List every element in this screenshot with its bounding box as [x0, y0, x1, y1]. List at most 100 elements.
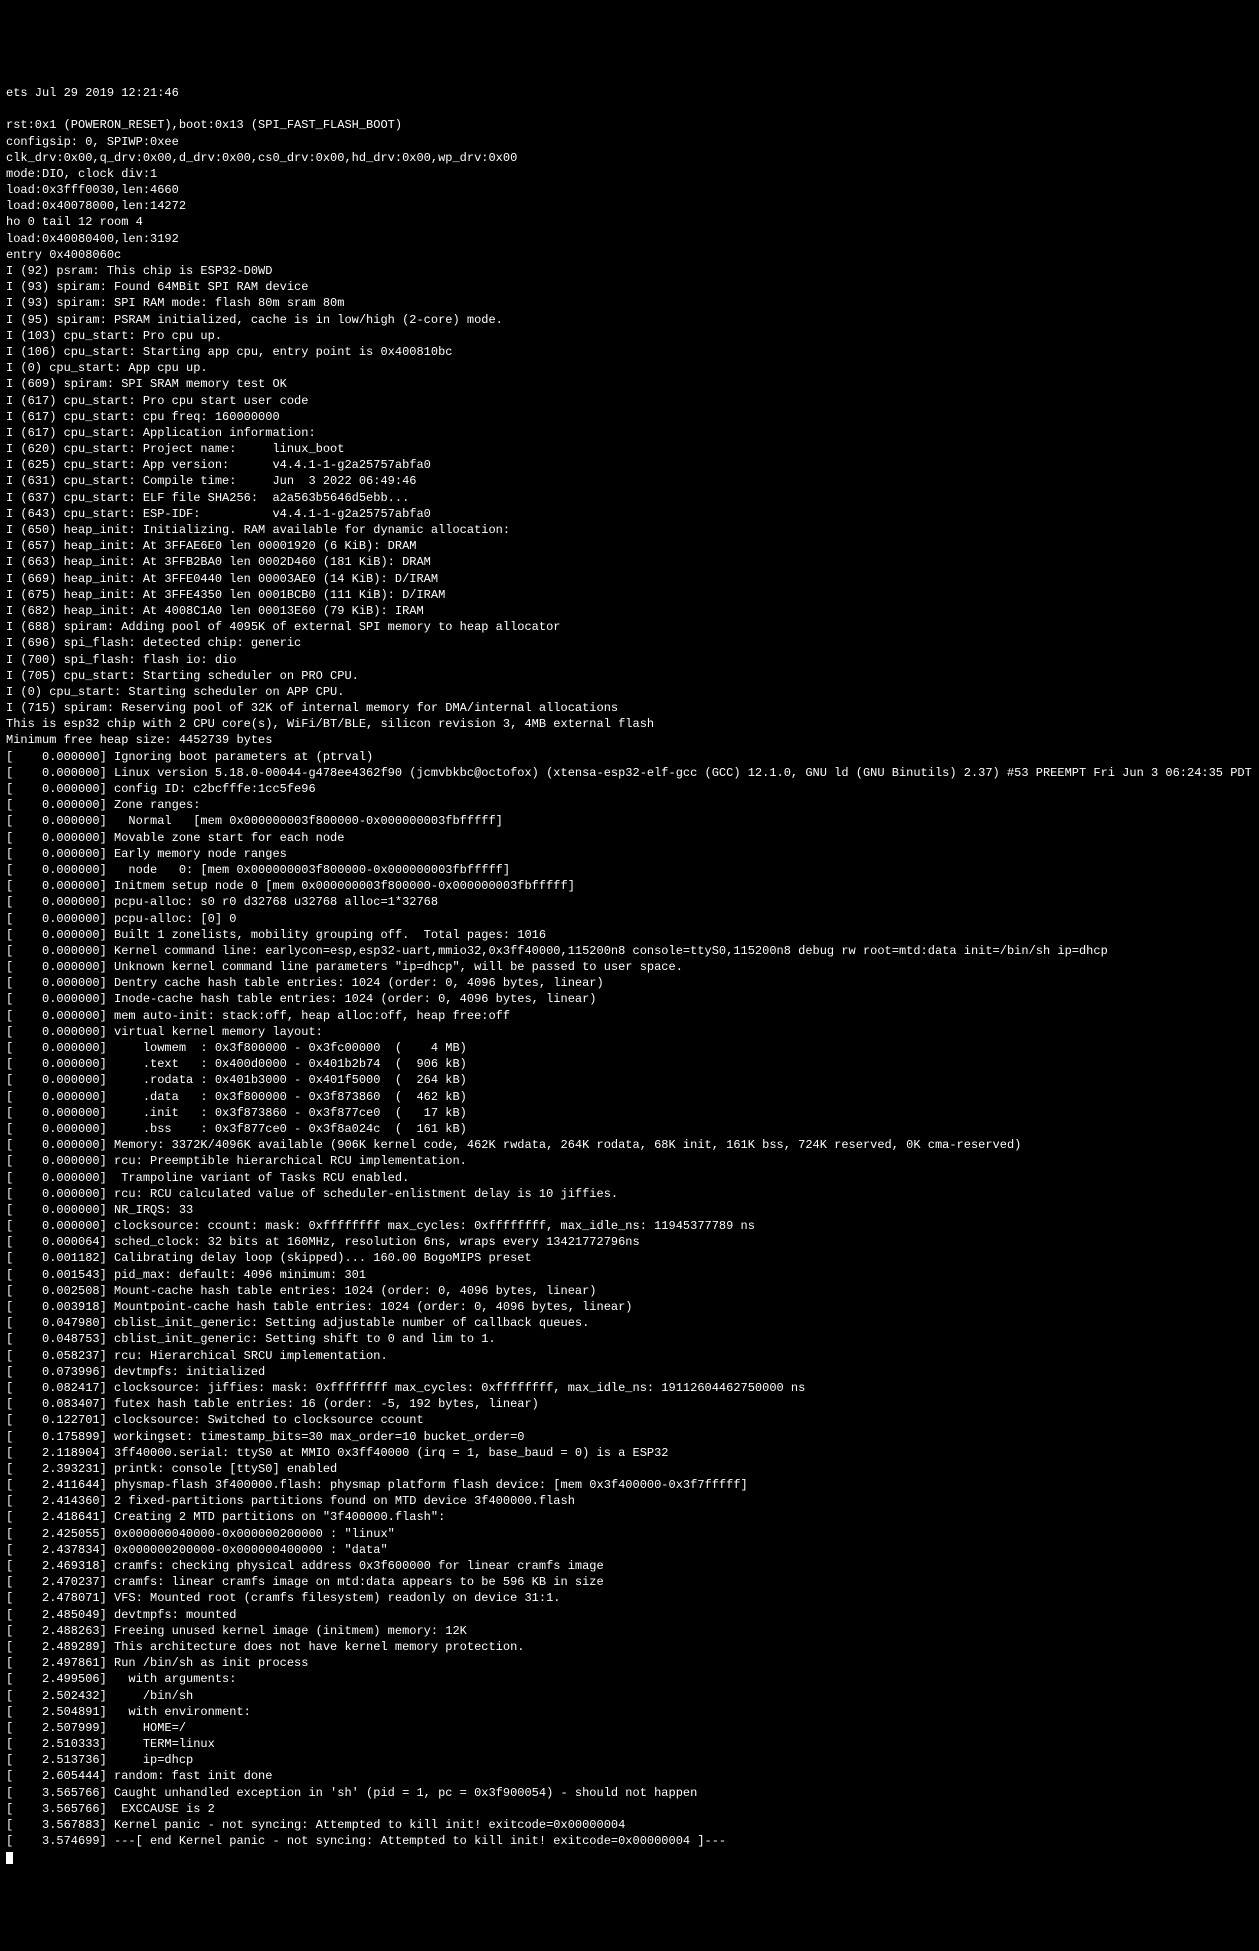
- terminal-line: [ 0.000000] .text : 0x400d0000 - 0x401b2…: [6, 1056, 1253, 1072]
- terminal-line: [ 0.000064] sched_clock: 32 bits at 160M…: [6, 1234, 1253, 1250]
- terminal-line: [ 0.000000] Built 1 zonelists, mobility …: [6, 927, 1253, 943]
- terminal-line: [ 0.000000] config ID: c2bcfffe:1cc5fe96: [6, 781, 1253, 797]
- terminal-line: [ 0.001182] Calibrating delay loop (skip…: [6, 1250, 1253, 1266]
- terminal-line: I (106) cpu_start: Starting app cpu, ent…: [6, 344, 1253, 360]
- terminal-line: I (696) spi_flash: detected chip: generi…: [6, 635, 1253, 651]
- terminal-line: load:0x40080400,len:3192: [6, 231, 1253, 247]
- terminal-line: [ 0.000000] .init : 0x3f873860 - 0x3f877…: [6, 1105, 1253, 1121]
- terminal-line: [ 2.605444] random: fast init done: [6, 1768, 1253, 1784]
- terminal-line: I (617) cpu_start: Application informati…: [6, 425, 1253, 441]
- terminal-line: [ 0.002508] Mount-cache hash table entri…: [6, 1283, 1253, 1299]
- terminal-line: [ 0.000000] .rodata : 0x401b3000 - 0x401…: [6, 1072, 1253, 1088]
- terminal-line: [ 0.000000] Memory: 3372K/4096K availabl…: [6, 1137, 1253, 1153]
- terminal-line: I (705) cpu_start: Starting scheduler on…: [6, 668, 1253, 684]
- terminal-line: configsip: 0, SPIWP:0xee: [6, 134, 1253, 150]
- terminal-line: ets Jul 29 2019 12:21:46: [6, 85, 1253, 101]
- terminal-line: I (92) psram: This chip is ESP32-D0WD: [6, 263, 1253, 279]
- terminal-line: [ 0.000000] NR_IRQS: 33: [6, 1202, 1253, 1218]
- terminal-line: I (93) spiram: Found 64MBit SPI RAM devi…: [6, 279, 1253, 295]
- terminal-line: I (657) heap_init: At 3FFAE6E0 len 00001…: [6, 538, 1253, 554]
- terminal-line: [ 2.485049] devtmpfs: mounted: [6, 1607, 1253, 1623]
- terminal-line: [ 0.047980] cblist_init_generic: Setting…: [6, 1315, 1253, 1331]
- terminal-line: [ 0.000000] Zone ranges:: [6, 797, 1253, 813]
- terminal-line: [ 0.001543] pid_max: default: 4096 minim…: [6, 1267, 1253, 1283]
- terminal-line: rst:0x1 (POWERON_RESET),boot:0x13 (SPI_F…: [6, 117, 1253, 133]
- terminal-line: load:0x3fff0030,len:4660: [6, 182, 1253, 198]
- terminal-line: Minimum free heap size: 4452739 bytes: [6, 732, 1253, 748]
- terminal-line: [ 2.488263] Freeing unused kernel image …: [6, 1623, 1253, 1639]
- terminal-line: I (0) cpu_start: Starting scheduler on A…: [6, 684, 1253, 700]
- terminal-line: [ 2.118904] 3ff40000.serial: ttyS0 at MM…: [6, 1445, 1253, 1461]
- terminal-line: [ 0.048753] cblist_init_generic: Setting…: [6, 1331, 1253, 1347]
- terminal-line: [ 2.507999] HOME=/: [6, 1720, 1253, 1736]
- terminal-line: [ 0.003918] Mountpoint-cache hash table …: [6, 1299, 1253, 1315]
- terminal-line: I (620) cpu_start: Project name: linux_b…: [6, 441, 1253, 457]
- terminal-line: [ 0.000000] pcpu-alloc: s0 r0 d32768 u32…: [6, 894, 1253, 910]
- terminal-line: [ 0.000000] Normal [mem 0x000000003f8000…: [6, 813, 1253, 829]
- terminal-line: [ 0.083407] futex hash table entries: 16…: [6, 1396, 1253, 1412]
- terminal-line: I (675) heap_init: At 3FFE4350 len 0001B…: [6, 587, 1253, 603]
- terminal-line: I (682) heap_init: At 4008C1A0 len 00013…: [6, 603, 1253, 619]
- terminal-line: I (93) spiram: SPI RAM mode: flash 80m s…: [6, 295, 1253, 311]
- terminal-line: [ 2.437834] 0x000000200000-0x00000040000…: [6, 1542, 1253, 1558]
- terminal-line: [ 0.122701] clocksource: Switched to clo…: [6, 1412, 1253, 1428]
- terminal-line: [6, 101, 1253, 117]
- terminal-cursor-line: [6, 1849, 1253, 1865]
- terminal-line: [ 0.000000] node 0: [mem 0x000000003f800…: [6, 862, 1253, 878]
- terminal-line: [ 2.478071] VFS: Mounted root (cramfs fi…: [6, 1590, 1253, 1606]
- terminal-line: I (643) cpu_start: ESP-IDF: v4.4.1-1-g2a…: [6, 506, 1253, 522]
- terminal-line: I (617) cpu_start: Pro cpu start user co…: [6, 393, 1253, 409]
- terminal-line: I (95) spiram: PSRAM initialized, cache …: [6, 312, 1253, 328]
- terminal-line: [ 0.000000] Kernel command line: earlyco…: [6, 943, 1253, 959]
- terminal-line: [ 0.000000] Early memory node ranges: [6, 846, 1253, 862]
- terminal-line: [ 2.469318] cramfs: checking physical ad…: [6, 1558, 1253, 1574]
- terminal-line: [ 0.000000] Dentry cache hash table entr…: [6, 975, 1253, 991]
- terminal-line: I (669) heap_init: At 3FFE0440 len 00003…: [6, 571, 1253, 587]
- terminal-line: [ 0.082417] clocksource: jiffies: mask: …: [6, 1380, 1253, 1396]
- terminal-line: [ 0.000000] Unknown kernel command line …: [6, 959, 1253, 975]
- terminal-line: [ 0.000000] Movable zone start for each …: [6, 830, 1253, 846]
- terminal-line: [ 0.000000] virtual kernel memory layout…: [6, 1024, 1253, 1040]
- cursor-icon: [6, 1852, 13, 1864]
- terminal-line: I (609) spiram: SPI SRAM memory test OK: [6, 376, 1253, 392]
- terminal-line: [ 0.000000] .data : 0x3f800000 - 0x3f873…: [6, 1089, 1253, 1105]
- terminal-line: [ 0.000000] clocksource: ccount: mask: 0…: [6, 1218, 1253, 1234]
- terminal-line: [ 0.000000] pcpu-alloc: [0] 0: [6, 911, 1253, 927]
- terminal-line: I (650) heap_init: Initializing. RAM ava…: [6, 522, 1253, 538]
- terminal-line: [ 3.565766] EXCCAUSE is 2: [6, 1801, 1253, 1817]
- terminal-line: I (625) cpu_start: App version: v4.4.1-1…: [6, 457, 1253, 473]
- terminal-line: [ 2.470237] cramfs: linear cramfs image …: [6, 1574, 1253, 1590]
- terminal-line: mode:DIO, clock div:1: [6, 166, 1253, 182]
- terminal-line: [ 2.513736] ip=dhcp: [6, 1752, 1253, 1768]
- terminal-line: [ 0.058237] rcu: Hierarchical SRCU imple…: [6, 1348, 1253, 1364]
- terminal-line: [ 2.393231] printk: console [ttyS0] enab…: [6, 1461, 1253, 1477]
- terminal-line: I (631) cpu_start: Compile time: Jun 3 2…: [6, 473, 1253, 489]
- terminal-line: [ 0.000000] Inode-cache hash table entri…: [6, 991, 1253, 1007]
- terminal-line: [ 0.000000] Initmem setup node 0 [mem 0x…: [6, 878, 1253, 894]
- terminal-line: I (700) spi_flash: flash io: dio: [6, 652, 1253, 668]
- terminal-line: [ 0.000000] Ignoring boot parameters at …: [6, 749, 1253, 765]
- terminal-line: [ 3.574699] ---[ end Kernel panic - not …: [6, 1833, 1253, 1849]
- terminal-line: I (688) spiram: Adding pool of 4095K of …: [6, 619, 1253, 635]
- terminal-line: [ 0.000000] rcu: RCU calculated value of…: [6, 1186, 1253, 1202]
- terminal-line: [ 0.000000] .bss : 0x3f877ce0 - 0x3f8a02…: [6, 1121, 1253, 1137]
- terminal-line: This is esp32 chip with 2 CPU core(s), W…: [6, 716, 1253, 732]
- terminal-line: [ 3.567883] Kernel panic - not syncing: …: [6, 1817, 1253, 1833]
- terminal-line: I (103) cpu_start: Pro cpu up.: [6, 328, 1253, 344]
- terminal-line: [ 2.497861] Run /bin/sh as init process: [6, 1655, 1253, 1671]
- terminal-line: clk_drv:0x00,q_drv:0x00,d_drv:0x00,cs0_d…: [6, 150, 1253, 166]
- terminal-line: I (637) cpu_start: ELF file SHA256: a2a5…: [6, 490, 1253, 506]
- terminal-line: [ 3.565766] Caught unhandled exception i…: [6, 1785, 1253, 1801]
- terminal-line: [ 2.414360] 2 fixed-partitions partition…: [6, 1493, 1253, 1509]
- terminal-line: ho 0 tail 12 room 4: [6, 214, 1253, 230]
- terminal-line: I (715) spiram: Reserving pool of 32K of…: [6, 700, 1253, 716]
- terminal-line: [ 0.175899] workingset: timestamp_bits=3…: [6, 1429, 1253, 1445]
- terminal-line: [ 2.502432] /bin/sh: [6, 1688, 1253, 1704]
- terminal-line: I (663) heap_init: At 3FFB2BA0 len 0002D…: [6, 554, 1253, 570]
- terminal-line: I (0) cpu_start: App cpu up.: [6, 360, 1253, 376]
- terminal-line: [ 2.411644] physmap-flash 3f400000.flash…: [6, 1477, 1253, 1493]
- terminal-line: [ 2.425055] 0x000000040000-0x00000020000…: [6, 1526, 1253, 1542]
- terminal-line: [ 2.489289] This architecture does not h…: [6, 1639, 1253, 1655]
- terminal-line: load:0x40078000,len:14272: [6, 198, 1253, 214]
- terminal-line: [ 2.510333] TERM=linux: [6, 1736, 1253, 1752]
